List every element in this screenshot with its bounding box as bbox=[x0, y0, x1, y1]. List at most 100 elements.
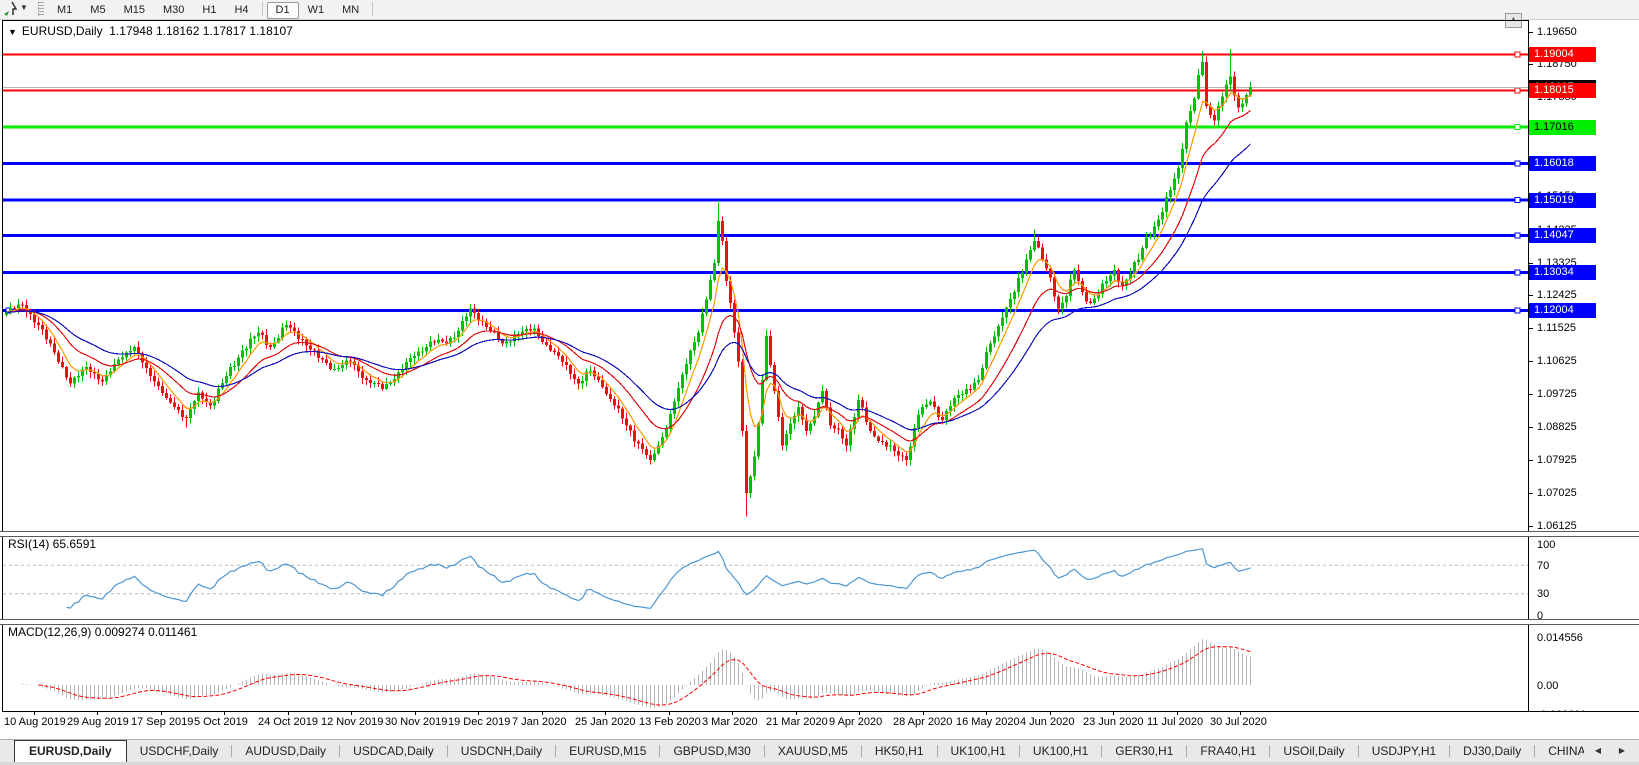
mt4-window: ▼ M1 M5 M15 M30 H1 H4 D1 W1 MN ▼ EURUSD,Daily 1.1… bbox=[0, 0, 1639, 765]
date-tick-mark bbox=[34, 712, 35, 715]
date-label: 21 Mar 2020 bbox=[766, 716, 828, 728]
rsi-canvas[interactable] bbox=[3, 536, 1528, 619]
tab-UK100-H1[interactable]: UK100,H1 bbox=[1020, 740, 1101, 763]
triangle-down-icon[interactable]: ▼ bbox=[8, 27, 17, 37]
tab-USOil-Daily[interactable]: USOil,Daily bbox=[1270, 740, 1357, 763]
date-label: 11 Jul 2020 bbox=[1147, 716, 1204, 728]
main-chart-canvas[interactable] bbox=[3, 21, 1528, 532]
date-tick-mark bbox=[478, 712, 479, 715]
tab-AUDUSD-Daily[interactable]: AUDUSD,Daily bbox=[232, 740, 339, 763]
price-tick-label: 1.11525 bbox=[1537, 322, 1576, 334]
tab-scroll-left-button[interactable]: ◀ bbox=[1588, 743, 1608, 759]
rsi-axis-label-100: 100 bbox=[1537, 539, 1556, 551]
hline-right-marker[interactable] bbox=[1514, 197, 1521, 204]
price-tick-mark bbox=[1529, 394, 1533, 395]
date-label: 30 Nov 2019 bbox=[385, 716, 448, 728]
timeframe-button-MN[interactable]: MN bbox=[333, 2, 368, 19]
tab-FRA40-H1[interactable]: FRA40,H1 bbox=[1187, 740, 1269, 763]
timeframe-button-H4[interactable]: H4 bbox=[225, 2, 257, 19]
price-badge-1.19004: 1.19004 bbox=[1529, 47, 1596, 62]
chart-tab-bar: EURUSD,Daily USDCHF,Daily AUDUSD,Daily USDC… bbox=[0, 739, 1639, 763]
toolbar: ▼ M1 M5 M15 M30 H1 H4 D1 W1 MN bbox=[0, 0, 1639, 20]
date-label: 10 Aug 2019 bbox=[4, 716, 66, 728]
price-tick-mark bbox=[1529, 526, 1533, 527]
date-tick-mark bbox=[1113, 712, 1114, 715]
price-axis[interactable]: 1.196501.187501.178501.169501.160501.151… bbox=[1529, 21, 1639, 721]
tab-USDJPY-H1[interactable]: USDJPY,H1 bbox=[1359, 740, 1449, 763]
price-tick-mark bbox=[1529, 460, 1533, 461]
date-label: 13 Feb 2020 bbox=[639, 716, 701, 728]
date-label: 4 Jun 2020 bbox=[1020, 716, 1075, 728]
price-tick-mark bbox=[1529, 328, 1533, 329]
date-label: 17 Sep 2019 bbox=[131, 716, 194, 728]
timeframe-button-M30[interactable]: M30 bbox=[154, 2, 193, 19]
tab-DJ30-Daily[interactable]: DJ30,Daily bbox=[1450, 740, 1534, 763]
timeframe-button-W1[interactable]: W1 bbox=[299, 2, 334, 19]
toolbar-grip[interactable] bbox=[38, 2, 44, 16]
price-tick-mark bbox=[1529, 263, 1533, 264]
chart-frame-top bbox=[2, 20, 1528, 21]
date-tick-mark bbox=[732, 712, 733, 715]
tab-CHINA300-H4[interactable]: CHINA300,H4 bbox=[1535, 740, 1584, 763]
date-tick-mark bbox=[224, 712, 225, 715]
tab-EURUSD-M15[interactable]: EURUSD,M15 bbox=[556, 740, 659, 763]
tab-USDCAD-Daily[interactable]: USDCAD,Daily bbox=[340, 740, 447, 763]
hline-right-marker[interactable] bbox=[1514, 51, 1521, 58]
hline-right-marker[interactable] bbox=[1514, 269, 1521, 276]
price-badge-1.18015: 1.18015 bbox=[1529, 83, 1596, 98]
crosshair-tool-icon[interactable] bbox=[2, 1, 18, 22]
candles-layer bbox=[5, 48, 1252, 517]
date-label: 3 Mar 2020 bbox=[702, 716, 758, 728]
tab-HK50-H1[interactable]: HK50,H1 bbox=[862, 740, 937, 763]
macd-label: MACD(12,26,9) 0.009274 0.011461 bbox=[8, 625, 198, 639]
hline-right-marker[interactable] bbox=[1514, 87, 1521, 94]
tab-GBPUSD-M30[interactable]: GBPUSD,M30 bbox=[660, 740, 763, 763]
date-tick-mark bbox=[351, 712, 352, 715]
date-tick-mark bbox=[986, 712, 987, 715]
hline-right-marker[interactable] bbox=[1514, 124, 1521, 131]
tab-scroll-right-button[interactable]: ▶ bbox=[1612, 743, 1632, 759]
chart-title: ▼ EURUSD,Daily 1.17948 1.18162 1.17817 1.… bbox=[8, 24, 293, 38]
slow-ma-line bbox=[6, 143, 1251, 431]
hlines-layer[interactable] bbox=[3, 51, 1528, 314]
macd-axis-label-0.014556: 0.014556 bbox=[1537, 632, 1583, 644]
date-axis[interactable]: 10 Aug 2019 29 Aug 2019 17 Sep 2019 5 Oct 2… bbox=[0, 712, 1639, 736]
rsi-line bbox=[66, 548, 1251, 609]
tab-XAUUSD-M5[interactable]: XAUUSD,M5 bbox=[765, 740, 861, 763]
price-tick-label: 1.07925 bbox=[1537, 454, 1577, 466]
date-tick-mark bbox=[796, 712, 797, 715]
hline-right-marker[interactable] bbox=[1514, 232, 1521, 239]
price-badge-1.16018: 1.16018 bbox=[1529, 156, 1596, 171]
timeframe-button-M1[interactable]: M1 bbox=[48, 2, 81, 19]
tab-USDCHF-Daily[interactable]: USDCHF,Daily bbox=[127, 740, 232, 763]
date-tick-mark bbox=[288, 712, 289, 715]
date-tick-mark bbox=[542, 712, 543, 715]
date-tick-mark bbox=[669, 712, 670, 715]
date-label: 25 Jan 2020 bbox=[575, 716, 636, 728]
timeframe-button-H1[interactable]: H1 bbox=[193, 2, 225, 19]
date-label: 16 May 2020 bbox=[956, 716, 1020, 728]
hline-right-marker[interactable] bbox=[1514, 160, 1521, 167]
tab-EURUSD-Daily[interactable]: EURUSD,Daily bbox=[14, 740, 127, 763]
tab-USDCNH-Daily[interactable]: USDCNH,Daily bbox=[448, 740, 555, 763]
date-label: 30 Jul 2020 bbox=[1210, 716, 1267, 728]
macd-axis-label-0.00: 0.00 bbox=[1537, 680, 1559, 692]
tab-UK100-H1[interactable]: UK100,H1 bbox=[938, 740, 1019, 763]
date-label: 24 Oct 2019 bbox=[258, 716, 318, 728]
mid-ma-line bbox=[6, 110, 1251, 442]
tabs-container: EURUSD,Daily USDCHF,Daily AUDUSD,Daily USDC… bbox=[0, 740, 1584, 763]
date-tick-mark bbox=[1050, 712, 1051, 715]
timeframe-button-M15[interactable]: M15 bbox=[115, 2, 154, 19]
date-label: 12 Nov 2019 bbox=[321, 716, 384, 728]
timeframe-button-D1[interactable]: D1 bbox=[266, 2, 299, 19]
macd-canvas[interactable] bbox=[3, 623, 1528, 711]
price-badge-1.12004: 1.12004 bbox=[1529, 303, 1596, 318]
chevron-down-icon[interactable]: ▼ bbox=[20, 3, 28, 12]
hline-right-marker[interactable] bbox=[1514, 307, 1521, 314]
price-tick-label: 1.08825 bbox=[1537, 421, 1577, 433]
chart-quote-values: 1.17948 1.18162 1.17817 1.18107 bbox=[109, 24, 293, 38]
tab-GER30-H1[interactable]: GER30,H1 bbox=[1102, 740, 1186, 763]
timeframe-button-M5[interactable]: M5 bbox=[81, 2, 114, 19]
date-label: 7 Jan 2020 bbox=[512, 716, 567, 728]
price-tick-label: 1.12425 bbox=[1537, 289, 1577, 301]
